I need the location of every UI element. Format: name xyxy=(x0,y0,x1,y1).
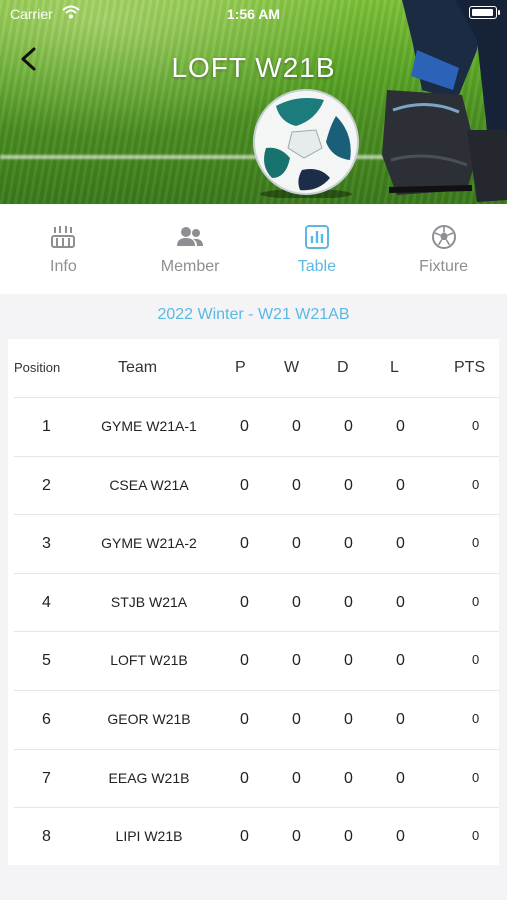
row-team: STJB W21A xyxy=(110,593,188,610)
row-position: 2 xyxy=(42,476,51,494)
season-label: 2022 Winter - W21 W21AB xyxy=(157,306,350,323)
tab-fixture[interactable]: Fixture xyxy=(380,204,507,294)
row-drawn: 0 xyxy=(344,418,353,435)
row-lost: 0 xyxy=(396,652,405,670)
header-drawn: D xyxy=(337,359,349,376)
row-points: 0 xyxy=(472,711,480,726)
league-table: Position Team P W D L PTS 1 GYME W21A-1 … xyxy=(8,339,499,865)
row-played: 0 xyxy=(240,476,249,494)
row-points: 0 xyxy=(472,652,480,668)
page-title: LOFT W21B xyxy=(171,52,336,83)
row-position: 7 xyxy=(42,769,51,787)
row-points: 0 xyxy=(472,828,480,844)
row-drawn: 0 xyxy=(344,593,353,611)
row-drawn: 0 xyxy=(344,828,353,846)
row-team: GEOR W21B xyxy=(107,711,191,727)
soccer-ball-image xyxy=(253,89,359,198)
tab-info-label: Info xyxy=(50,258,77,275)
status-time: 1:56 AM xyxy=(226,6,281,22)
row-points: 0 xyxy=(472,418,480,433)
tab-table-label: Table xyxy=(297,258,336,275)
tab-bar: Info Member Table Fixture xyxy=(0,204,507,294)
table-row[interactable]: 8 LIPI W21B 0 0 0 0 0 xyxy=(14,807,499,866)
row-won: 0 xyxy=(292,418,301,435)
row-lost: 0 xyxy=(396,418,405,435)
header-played: P xyxy=(235,359,246,376)
row-points: 0 xyxy=(472,593,480,609)
table-row[interactable]: 6 GEOR W21B 0 0 0 0 0 xyxy=(14,690,499,749)
row-won: 0 xyxy=(292,828,301,846)
row-played: 0 xyxy=(240,828,249,846)
table-row[interactable]: 2 CSEA W21A 0 0 0 0 0 xyxy=(14,455,499,515)
row-lost: 0 xyxy=(396,593,405,611)
row-drawn: 0 xyxy=(344,711,353,728)
header-banner-image: Carrier 1:56 AM LOFT W21B xyxy=(0,0,507,204)
header-points: PTS xyxy=(454,359,486,376)
row-played: 0 xyxy=(240,711,249,728)
row-position: 1 xyxy=(42,418,51,435)
row-team: LOFT W21B xyxy=(110,652,188,669)
tab-member[interactable]: Member xyxy=(127,204,254,294)
screen: Carrier 1:56 AM LOFT W21B Info Member Ta… xyxy=(0,0,507,900)
row-played: 0 xyxy=(240,535,249,553)
table-row[interactable]: 1 GYME W21A-1 0 0 0 0 0 xyxy=(14,397,499,456)
row-played: 0 xyxy=(240,769,249,787)
row-won: 0 xyxy=(292,769,301,787)
row-position: 3 xyxy=(42,535,51,553)
row-position: 5 xyxy=(42,652,51,670)
row-team: GYME W21A-1 xyxy=(101,418,197,434)
row-team: LIPI W21B xyxy=(115,828,183,845)
row-won: 0 xyxy=(292,711,301,728)
header-team: Team xyxy=(118,359,158,376)
stadium-icon xyxy=(48,222,78,252)
header-won: W xyxy=(284,359,300,376)
row-won: 0 xyxy=(292,652,301,670)
chart-icon xyxy=(302,222,332,252)
soccer-ball-icon xyxy=(429,222,459,252)
row-position: 6 xyxy=(42,711,51,728)
row-won: 0 xyxy=(292,535,301,553)
row-position: 4 xyxy=(42,593,51,611)
row-lost: 0 xyxy=(396,711,405,728)
row-points: 0 xyxy=(472,769,480,785)
row-lost: 0 xyxy=(396,476,405,494)
row-drawn: 0 xyxy=(344,476,353,494)
people-icon xyxy=(175,222,205,252)
table-row[interactable]: 3 GYME W21A-2 0 0 0 0 0 xyxy=(14,514,499,573)
row-won: 0 xyxy=(292,476,301,494)
row-lost: 0 xyxy=(396,769,405,787)
table-header: Position Team P W D L PTS xyxy=(8,339,499,397)
row-team: CSEA W21A xyxy=(109,476,189,493)
table-row[interactable]: 7 EEAG W21B 0 0 0 0 0 xyxy=(14,748,499,808)
row-played: 0 xyxy=(240,418,249,435)
battery-icon xyxy=(469,6,500,19)
row-played: 0 xyxy=(240,593,249,611)
tab-member-label: Member xyxy=(160,258,220,275)
table-row[interactable]: 5 LOFT W21B 0 0 0 0 0 xyxy=(14,631,499,690)
tab-fixture-label: Fixture xyxy=(419,258,469,275)
tab-info[interactable]: Info xyxy=(0,204,127,294)
table-row[interactable]: 4 STJB W21A 0 0 0 0 0 xyxy=(14,572,499,632)
header-position: Position xyxy=(14,360,61,375)
tab-table[interactable]: Table xyxy=(254,204,381,294)
header-lost: L xyxy=(390,359,399,376)
row-drawn: 0 xyxy=(344,535,353,553)
row-team: GYME W21A-2 xyxy=(101,535,197,552)
row-drawn: 0 xyxy=(344,652,353,670)
row-won: 0 xyxy=(292,593,301,611)
status-bar: Carrier 1:56 AM xyxy=(0,0,507,28)
row-points: 0 xyxy=(472,476,480,492)
row-drawn: 0 xyxy=(344,769,353,787)
row-points: 0 xyxy=(472,535,480,551)
row-position: 8 xyxy=(42,828,51,846)
row-lost: 0 xyxy=(396,828,405,846)
row-team: EEAG W21B xyxy=(108,769,190,786)
row-lost: 0 xyxy=(396,535,405,553)
row-played: 0 xyxy=(240,652,249,670)
